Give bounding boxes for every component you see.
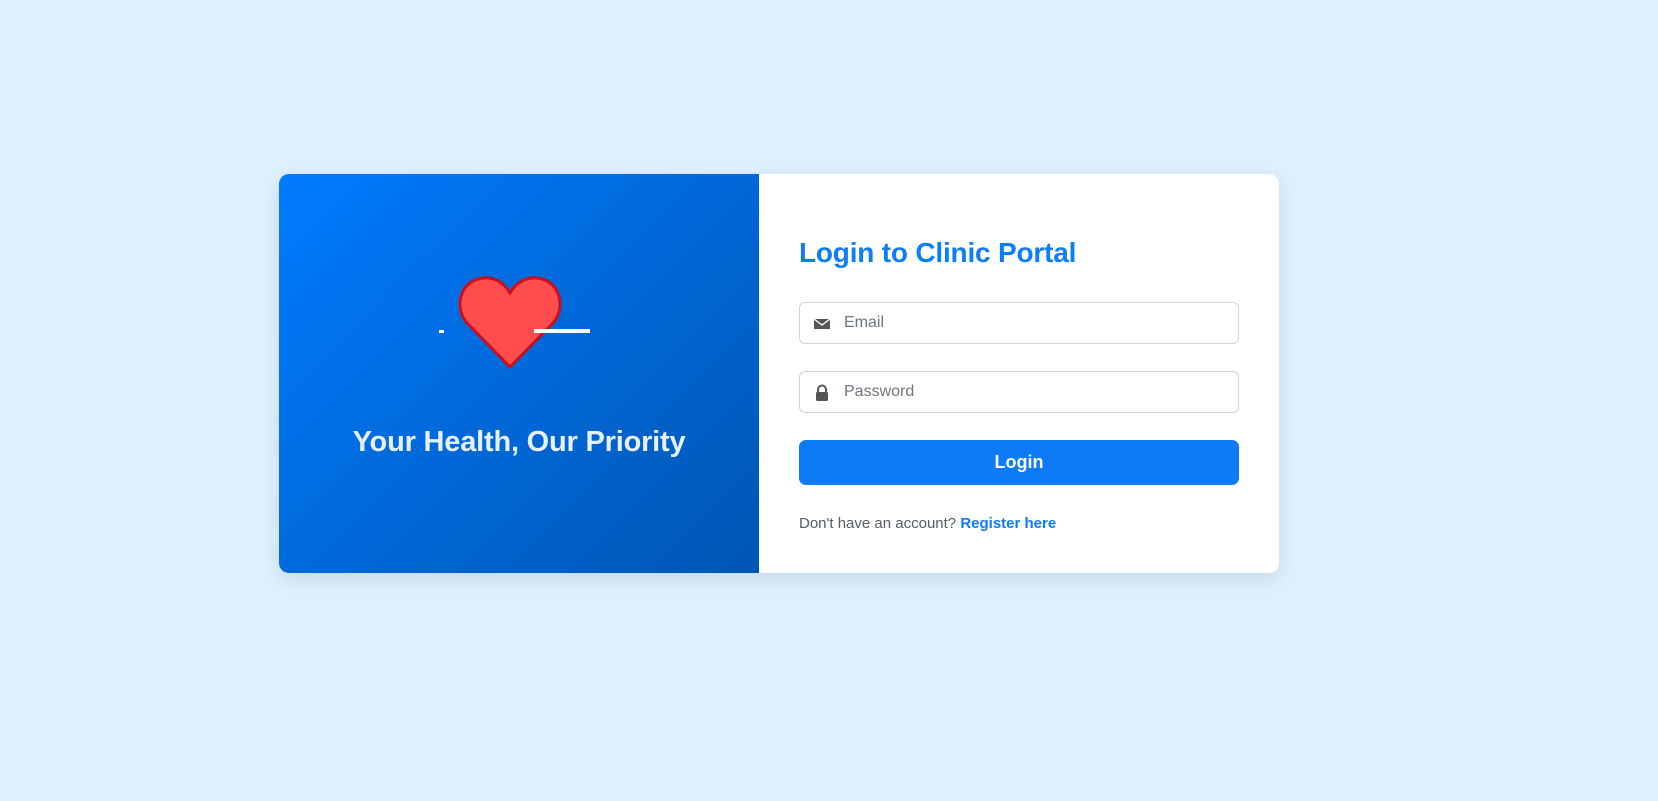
email-input[interactable]	[844, 303, 1224, 343]
login-card: Your Health, Our Priority Login to Clini…	[279, 174, 1279, 573]
hero-panel: Your Health, Our Priority	[279, 174, 759, 573]
heart-pulse-icon	[439, 276, 590, 369]
login-button[interactable]: Login	[799, 440, 1239, 485]
register-prompt-line: Don't have an account? Register here	[799, 515, 1056, 532]
password-field[interactable]	[799, 371, 1239, 413]
register-prompt-text: Don't have an account?	[799, 515, 961, 532]
hero-tagline: Your Health, Our Priority	[352, 426, 686, 458]
email-field[interactable]	[799, 302, 1239, 344]
login-form-panel: Login to Clinic Portal Login Don't have …	[759, 174, 1279, 573]
register-link[interactable]: Register here	[960, 515, 1056, 532]
envelope-icon	[813, 318, 831, 329]
lock-icon	[816, 384, 828, 401]
password-input[interactable]	[844, 372, 1224, 412]
form-title: Login to Clinic Portal	[799, 237, 1077, 268]
